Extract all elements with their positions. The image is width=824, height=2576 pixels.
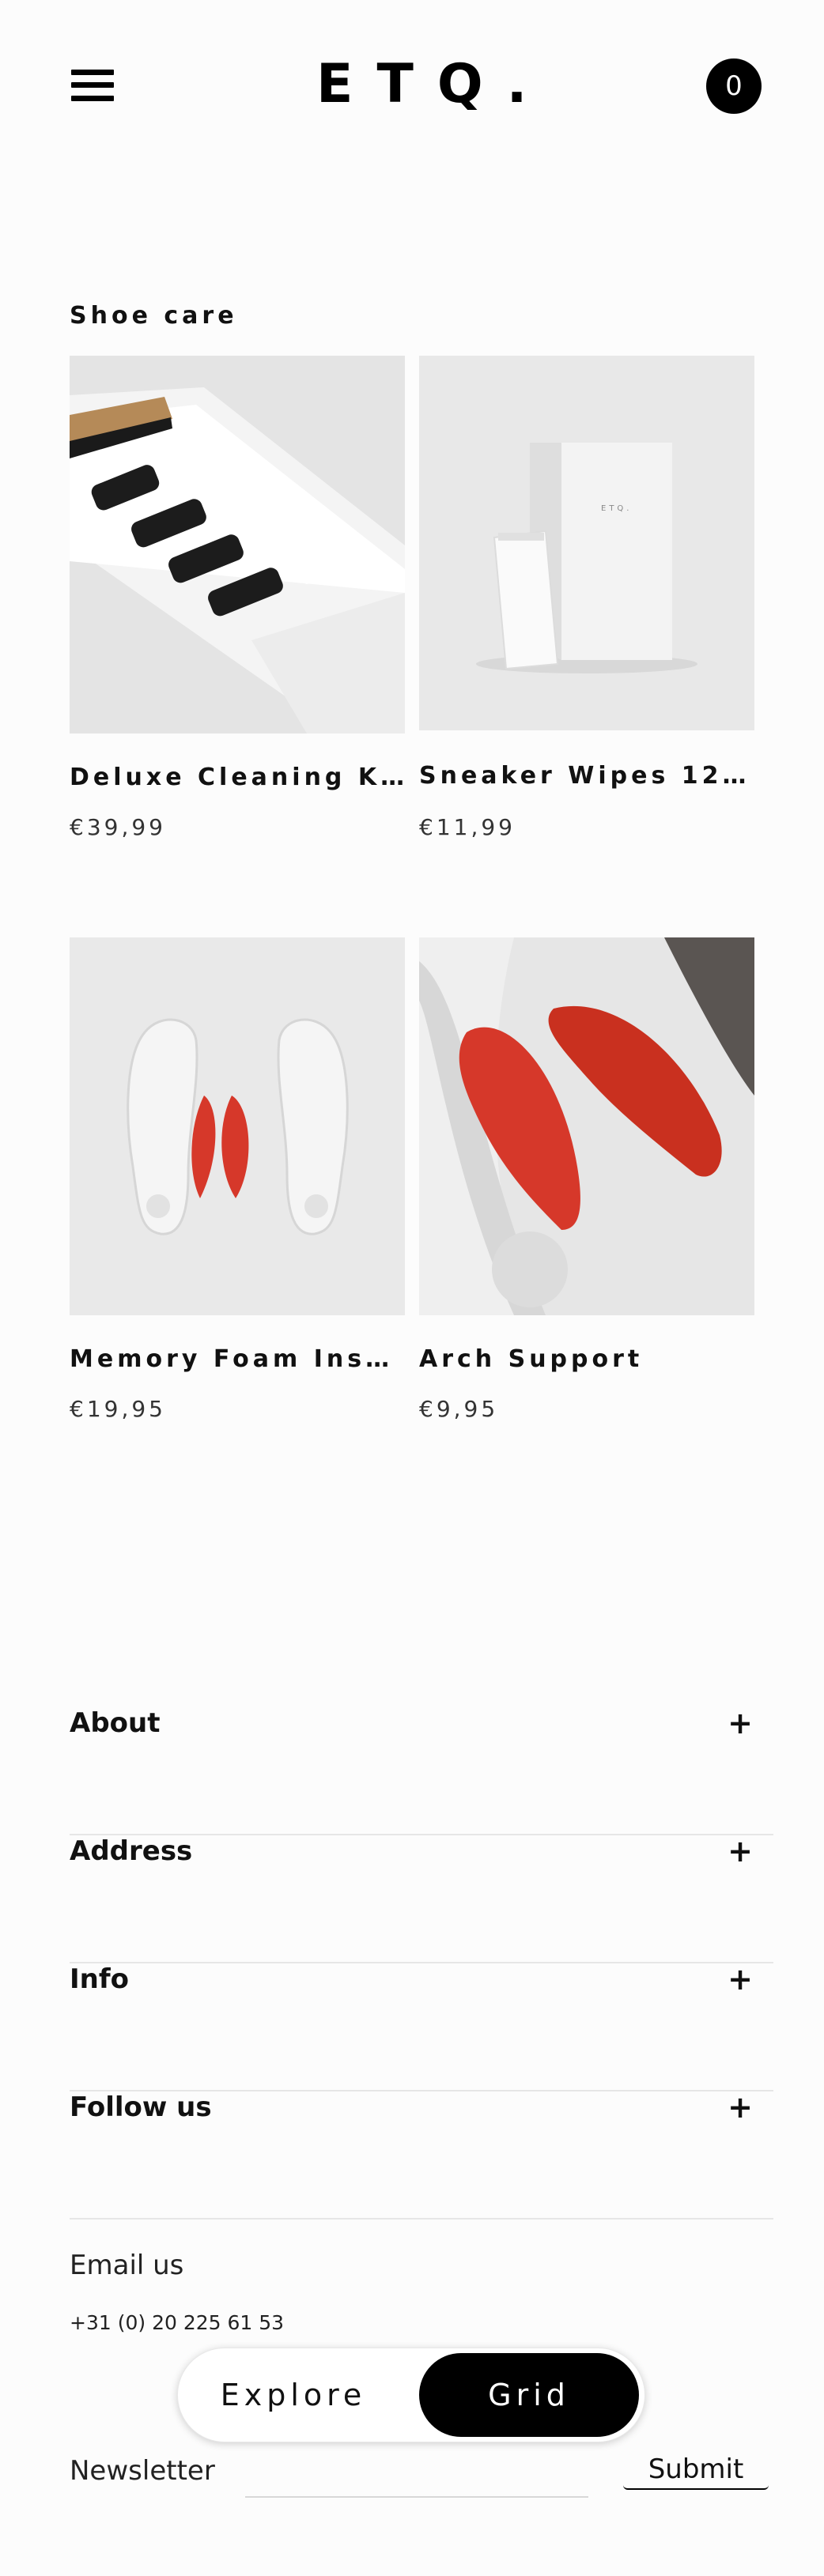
accordion-label: Follow us bbox=[70, 2091, 212, 2123]
cart-count-badge[interactable]: 0 bbox=[706, 58, 762, 114]
insoles-image[interactable] bbox=[70, 937, 405, 1315]
newsletter-submit-button[interactable]: Submit bbox=[623, 2450, 769, 2490]
accordion-label: Address bbox=[70, 1835, 193, 1867]
accordion-follow-us[interactable]: Follow us + bbox=[70, 2091, 773, 2220]
product-name[interactable]: Memory Foam Insoles bbox=[70, 1345, 405, 1373]
product-price: €9,95 bbox=[419, 1396, 499, 1422]
sneaker-wipes-image[interactable]: ETQ. bbox=[419, 356, 754, 730]
newsletter-label: Newsletter bbox=[70, 2455, 215, 2487]
product-price: €11,99 bbox=[419, 814, 516, 840]
product-name[interactable]: Sneaker Wipes 12 pieces bbox=[419, 762, 754, 790]
product-name[interactable]: Arch Support bbox=[419, 1345, 754, 1373]
newsletter-email-input[interactable] bbox=[245, 2453, 588, 2498]
product-name[interactable]: Deluxe Cleaning Kit (Brush + 4 Bottles) bbox=[70, 764, 405, 791]
accordion-about[interactable]: About + bbox=[70, 1707, 773, 1835]
logo[interactable]: ETQ. bbox=[316, 49, 554, 120]
email-us-link[interactable]: Email us bbox=[70, 2250, 183, 2281]
view-toggle: Explore Grid bbox=[177, 2348, 645, 2442]
plus-icon[interactable]: + bbox=[728, 2091, 753, 2123]
cleaning-kit-image[interactable] bbox=[70, 356, 405, 734]
plus-icon[interactable]: + bbox=[728, 1963, 753, 1995]
product-price: €39,99 bbox=[70, 814, 166, 840]
plus-icon[interactable]: + bbox=[728, 1707, 753, 1739]
arch-support-image[interactable] bbox=[419, 937, 754, 1315]
hamburger-menu-icon[interactable] bbox=[71, 70, 114, 101]
explore-toggle-button[interactable]: Explore bbox=[186, 2353, 401, 2437]
site-header: ETQ. 0 bbox=[0, 0, 824, 166]
accordion-label: Info bbox=[70, 1963, 130, 1995]
accordion-info[interactable]: Info + bbox=[70, 1963, 773, 2091]
grid-toggle-button[interactable]: Grid bbox=[419, 2353, 639, 2437]
phone-number[interactable]: +31 (0) 20 225 61 53 bbox=[70, 2311, 284, 2334]
plus-icon[interactable]: + bbox=[728, 1835, 753, 1867]
product-price: €19,95 bbox=[70, 1396, 166, 1422]
accordion-address[interactable]: Address + bbox=[70, 1835, 773, 1963]
svg-text:ETQ.: ETQ. bbox=[601, 504, 632, 513]
section-title: Shoe care bbox=[70, 302, 238, 330]
accordion-label: About bbox=[70, 1707, 161, 1739]
